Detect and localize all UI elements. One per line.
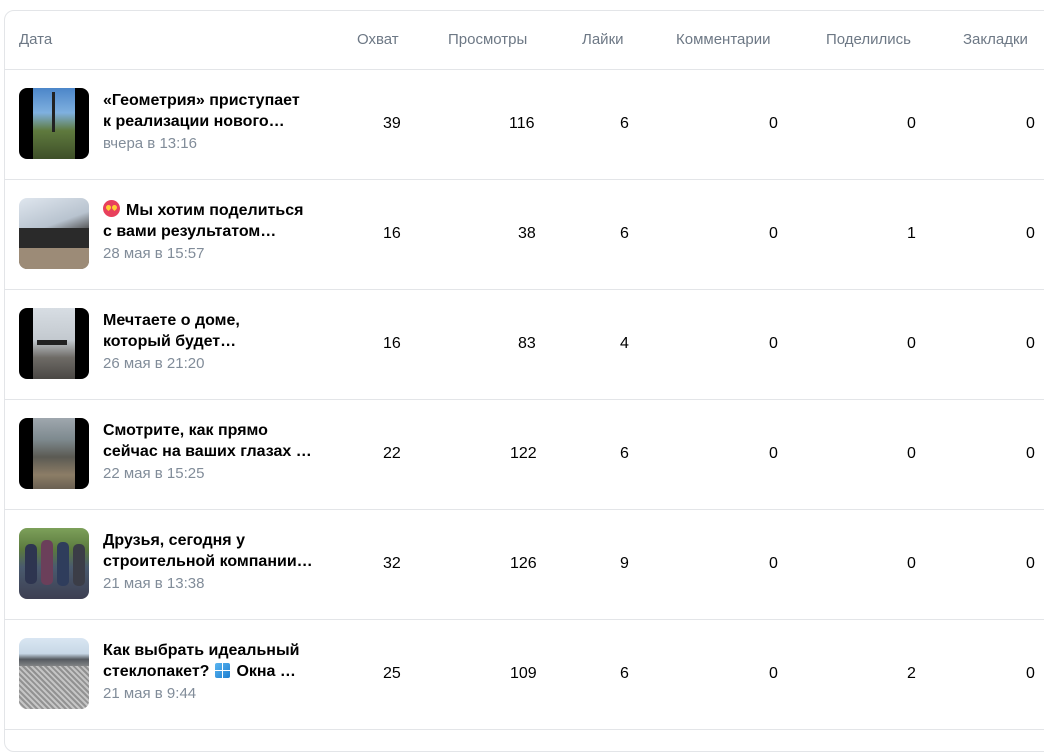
bookmarks-value: 0 [1026, 445, 1035, 462]
views-value: 126 [510, 555, 537, 572]
post-title[interactable]: Смотрите, как прямо сейчас на ваших глаз… [103, 420, 318, 462]
post-thumbnail[interactable] [19, 308, 89, 379]
post-title[interactable]: «Геометрия» приступает к реализации ново… [103, 90, 318, 132]
column-header-reach[interactable]: Охват [357, 31, 399, 48]
star-struck-icon [103, 200, 120, 217]
post-thumbnail[interactable] [19, 198, 89, 269]
bookmarks-value: 0 [1026, 555, 1035, 572]
comments-value: 0 [769, 225, 778, 242]
table-header: Дата Охват Просмотры Лайки Комментарии П… [5, 11, 1044, 70]
window-icon [215, 663, 231, 678]
reach-value: 32 [383, 555, 401, 572]
comments-value: 0 [769, 445, 778, 462]
views-value: 83 [518, 335, 536, 352]
post-date: 22 мая в 15:25 [103, 465, 205, 482]
post-title[interactable]: Друзья, сегодня у строительной компании… [103, 530, 318, 572]
table-row[interactable]: Мы хотим поделиться с вами результатом… … [5, 180, 1044, 290]
post-date: вчера в 13:16 [103, 135, 197, 152]
bookmarks-value: 0 [1026, 665, 1035, 682]
post-title[interactable]: Мы хотим поделиться с вами результатом… [103, 200, 318, 242]
shares-value: 0 [907, 335, 916, 352]
shares-value: 1 [907, 225, 916, 242]
column-header-views[interactable]: Просмотры [448, 31, 527, 48]
views-value: 116 [509, 115, 535, 132]
column-header-comments[interactable]: Комментарии [676, 31, 770, 48]
column-header-bookmarks[interactable]: Закладки [963, 31, 1028, 48]
comments-value: 0 [769, 115, 778, 132]
post-thumbnail[interactable] [19, 528, 89, 599]
reach-value: 16 [383, 225, 401, 242]
bookmarks-value: 0 [1026, 225, 1035, 242]
likes-value: 6 [620, 445, 629, 462]
table-row[interactable]: Мечтаете о доме, который будет… 26 мая в… [5, 290, 1044, 400]
bookmarks-value: 0 [1026, 115, 1035, 132]
table-row[interactable]: «Геометрия» приступает к реализации ново… [5, 70, 1044, 180]
likes-value: 6 [620, 115, 629, 132]
post-thumbnail[interactable] [19, 638, 89, 709]
post-date: 26 мая в 21:20 [103, 355, 205, 372]
reach-value: 25 [383, 665, 401, 682]
table-row[interactable]: Как выбрать идеальный стеклопакет? Окна …… [5, 620, 1044, 730]
shares-value: 2 [907, 665, 916, 682]
column-header-date[interactable]: Дата [19, 31, 52, 48]
post-title[interactable]: Мечтаете о доме, который будет… [103, 310, 318, 352]
likes-value: 4 [620, 335, 629, 352]
shares-value: 0 [907, 115, 916, 132]
reach-value: 16 [383, 335, 401, 352]
likes-value: 9 [620, 555, 629, 572]
comments-value: 0 [769, 665, 778, 682]
post-thumbnail[interactable] [19, 88, 89, 159]
table-row[interactable]: Смотрите, как прямо сейчас на ваших глаз… [5, 400, 1044, 510]
column-header-shares[interactable]: Поделились [826, 31, 911, 48]
likes-value: 6 [620, 665, 629, 682]
views-value: 109 [510, 665, 537, 682]
column-header-likes[interactable]: Лайки [582, 31, 624, 48]
comments-value: 0 [769, 555, 778, 572]
reach-value: 22 [383, 445, 401, 462]
likes-value: 6 [620, 225, 629, 242]
bookmarks-value: 0 [1026, 335, 1035, 352]
shares-value: 0 [907, 555, 916, 572]
comments-value: 0 [769, 335, 778, 352]
post-date: 21 мая в 13:38 [103, 575, 205, 592]
post-thumbnail[interactable] [19, 418, 89, 489]
post-date: 28 мая в 15:57 [103, 245, 205, 262]
table-row[interactable]: Друзья, сегодня у строительной компании…… [5, 510, 1044, 620]
posts-stats-table: Дата Охват Просмотры Лайки Комментарии П… [4, 10, 1044, 752]
views-value: 122 [510, 445, 537, 462]
reach-value: 39 [383, 115, 401, 132]
views-value: 38 [518, 225, 536, 242]
post-title[interactable]: Как выбрать идеальный стеклопакет? Окна … [103, 640, 318, 682]
shares-value: 0 [907, 445, 916, 462]
post-date: 21 мая в 9:44 [103, 685, 197, 702]
